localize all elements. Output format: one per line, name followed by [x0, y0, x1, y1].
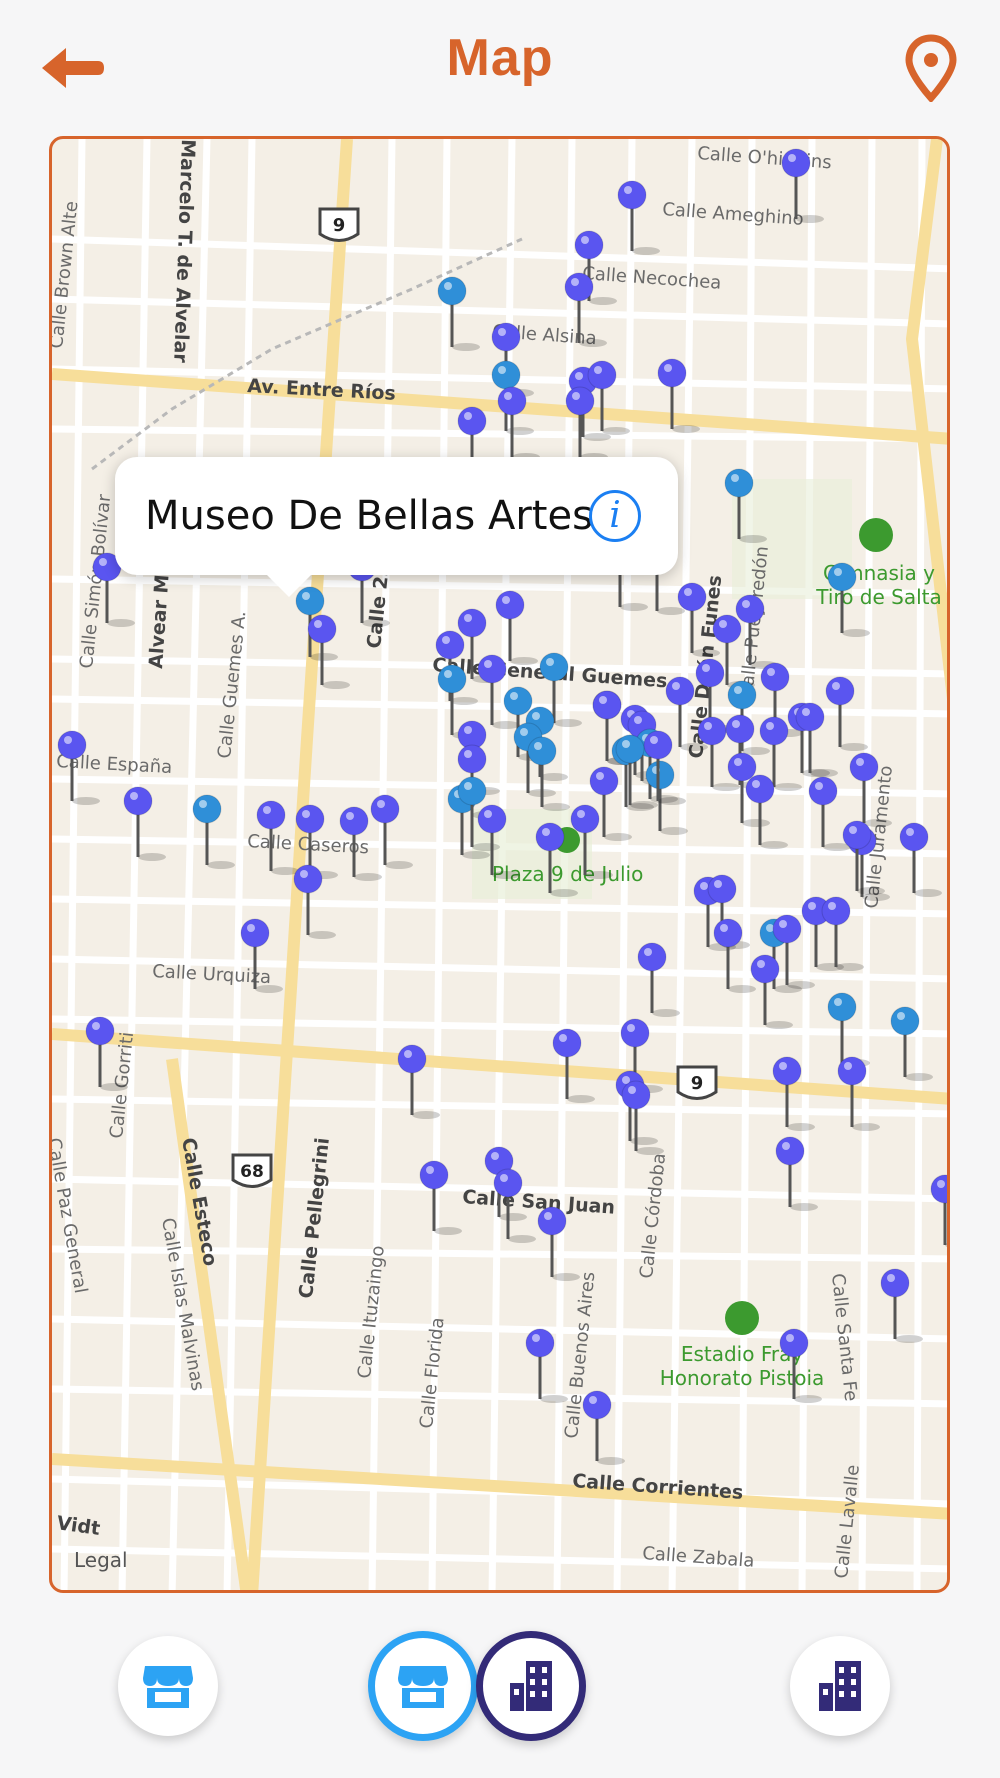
route-shield: 9	[318, 207, 360, 242]
map-pin[interactable]	[123, 786, 166, 861]
navigation-bar: Map	[0, 0, 1000, 135]
map-callout[interactable]: Museo De Bellas Artes i	[115, 457, 678, 597]
map-pin[interactable]	[419, 1160, 462, 1235]
svg-text:9: 9	[691, 1073, 704, 1094]
svg-text:Honorato Pistoia: Honorato Pistoia	[660, 1366, 825, 1390]
street-label: Calle Ameghino	[662, 199, 805, 230]
svg-text:68: 68	[240, 1162, 264, 1182]
building-icon	[819, 1661, 861, 1711]
street-label: Marcelo T. de Alvelar	[169, 139, 199, 364]
store-icon	[398, 1666, 448, 1708]
route-shield: 9	[676, 1065, 718, 1100]
map-view[interactable]: Calle O'higgins Calle Ameghino Calle Nec…	[49, 136, 950, 1593]
map-pin[interactable]	[821, 896, 864, 971]
street-label: Calle Ituzaingo	[354, 1245, 389, 1380]
map-pin-icon	[905, 34, 957, 104]
store-icon	[143, 1666, 193, 1708]
building-icon	[510, 1661, 552, 1711]
map-pin[interactable]	[775, 1136, 818, 1211]
map-pin[interactable]	[617, 180, 660, 255]
street-label: Calle Florida	[416, 1316, 449, 1429]
callout-title: Museo De Bellas Artes	[145, 493, 593, 539]
street-label: Calle Zabala	[642, 1543, 755, 1572]
map-pin[interactable]	[890, 1006, 933, 1081]
street-label: Calle Pellegrini	[295, 1137, 334, 1300]
bottom-toolbar	[0, 1600, 1000, 1778]
map-canvas[interactable]: Calle O'higgins Calle Ameghino Calle Nec…	[52, 139, 950, 1593]
page-title: Map	[446, 29, 554, 87]
street-label: Calle Córdoba	[636, 1152, 670, 1279]
map-pin[interactable]	[370, 794, 413, 869]
map-pin[interactable]	[192, 794, 235, 869]
info-icon[interactable]: i	[589, 490, 641, 542]
building-filter-button[interactable]	[790, 1636, 890, 1736]
store-filter-button-active[interactable]	[368, 1631, 478, 1741]
route-shield: 68	[231, 1153, 273, 1188]
legal-link[interactable]: Legal	[74, 1548, 128, 1572]
map-pin[interactable]	[930, 1174, 950, 1249]
svg-text:9: 9	[333, 215, 346, 236]
street-label: Calle Necochea	[582, 263, 722, 294]
callout-tail	[265, 573, 313, 597]
map-pin[interactable]	[637, 942, 680, 1017]
store-filter-button[interactable]	[118, 1636, 218, 1736]
location-button[interactable]	[905, 34, 957, 104]
building-filter-button-active[interactable]	[476, 1631, 586, 1741]
map-pin[interactable]	[587, 360, 630, 435]
